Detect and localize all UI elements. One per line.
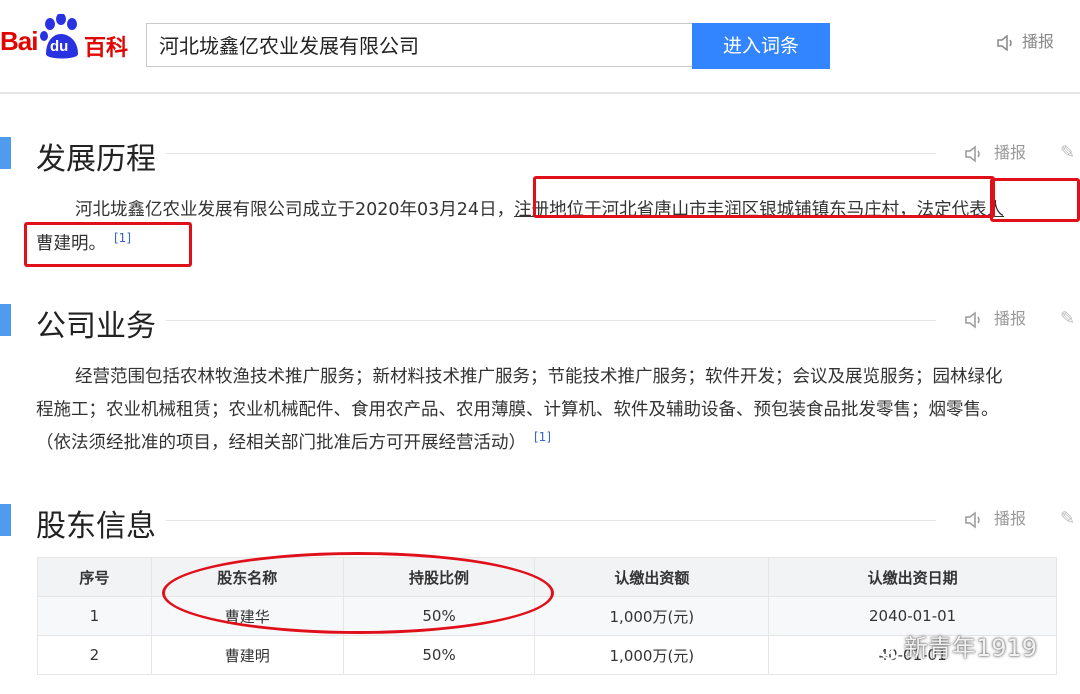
voice-broadcast-shareholders[interactable]: 播报	[964, 505, 1026, 529]
section-title-shareholders: 股东信息	[36, 509, 156, 544]
logo-baike-text: 百科	[84, 36, 129, 61]
annotation-box-legal-rep	[990, 178, 1080, 222]
cell-shareholder-name[interactable]: 曹建明	[150, 635, 344, 675]
cell-subscribed-capital: 1,000万(元)	[534, 596, 770, 636]
voice-label: 播报	[994, 509, 1027, 528]
col-header-index: 序号	[37, 557, 152, 597]
top-voice-broadcast[interactable]: 播报	[996, 28, 1054, 52]
wechat-watermark: 新青年1919	[872, 628, 1037, 663]
speaker-icon	[997, 33, 1012, 52]
wechat-icon	[872, 638, 899, 660]
speaker-icon	[965, 510, 980, 529]
business-text-c: （依法须经批准的项目，经相关部门批准后方可开展经营活动）	[36, 433, 526, 453]
baidu-baike-logo[interactable]: Bai du 百科	[0, 14, 140, 66]
top-bar: Bai du 百科 河北垅鑫亿农业发展有限公司 进入词条 播报	[0, 0, 1080, 94]
history-text-a: 河北垅鑫亿农业发展有限公司成立于2020年03月24日，	[75, 200, 515, 220]
business-paragraph-line3: （依法须经批准的项目，经相关部门批准后方可开展经营活动） [1]	[36, 429, 551, 454]
speaker-icon	[965, 144, 980, 163]
cell-index: 2	[37, 635, 152, 675]
col-header-subscribed-capital: 认缴出资额	[534, 557, 770, 597]
section-divider	[166, 320, 936, 321]
business-paragraph-line2: 程施工；农业机械租赁；农业机械配件、食用农产品、农用薄膜、计算机、软件及辅助设备…	[36, 400, 999, 420]
annotation-box-address	[533, 176, 995, 218]
edit-pencil-icon[interactable]: ✎	[1060, 142, 1075, 163]
logo-du-text: du	[50, 38, 69, 55]
speaker-icon	[965, 310, 980, 329]
logo-bai-text: Bai	[0, 26, 38, 56]
enter-entry-button[interactable]: 进入词条	[692, 23, 830, 69]
cell-share-ratio: 50%	[342, 635, 536, 675]
edit-pencil-icon[interactable]: ✎	[1060, 308, 1075, 329]
section-divider	[166, 153, 936, 154]
section-divider	[166, 520, 936, 521]
edit-pencil-icon[interactable]: ✎	[1060, 508, 1075, 529]
section-title-history: 发展历程	[36, 142, 156, 177]
annotation-ellipse-shareholders	[162, 552, 554, 634]
voice-broadcast-business[interactable]: 播报	[964, 305, 1026, 329]
voice-label: 播报	[994, 143, 1027, 162]
section-marker	[0, 504, 11, 536]
col-header-subscription-date: 认缴出资日期	[768, 557, 1057, 597]
annotation-box-name	[24, 222, 192, 267]
voice-label: 播报	[1022, 32, 1055, 51]
citation-link[interactable]: [1]	[534, 430, 551, 444]
voice-label: 播报	[994, 309, 1027, 328]
section-marker	[0, 137, 11, 169]
cell-index: 1	[37, 596, 152, 636]
search-input[interactable]: 河北垅鑫亿农业发展有限公司	[146, 23, 692, 67]
cell-subscribed-capital: 1,000万(元)	[534, 635, 770, 675]
watermark-text: 新青年1919	[904, 634, 1038, 662]
business-paragraph-line1: 经营范围包括农林牧渔技术推广服务；新材料技术推广服务；节能技术推广服务；软件开发…	[75, 367, 1003, 387]
section-title-business: 公司业务	[36, 309, 156, 344]
voice-broadcast-history[interactable]: 播报	[964, 139, 1026, 163]
section-marker	[0, 304, 11, 336]
